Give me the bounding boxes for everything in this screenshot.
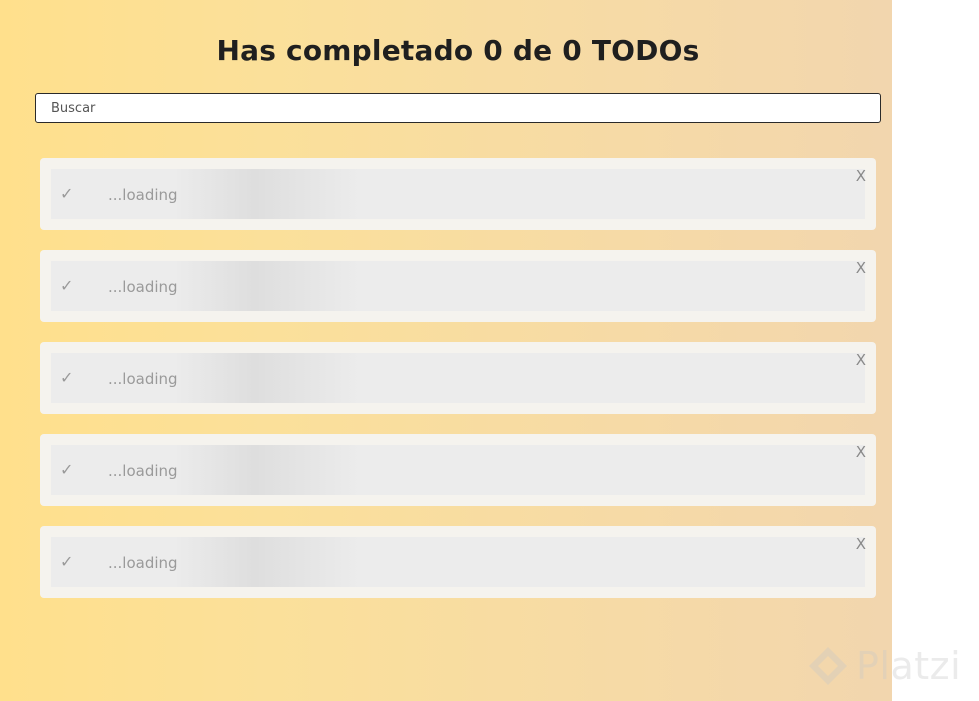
todo-loading-text: ...loading (108, 278, 178, 296)
delete-button[interactable]: X (856, 442, 866, 462)
search-input[interactable] (35, 93, 881, 123)
todo-item-loading: ✓ ...loading X (40, 250, 876, 322)
todo-loading-text: ...loading (108, 370, 178, 388)
platzi-watermark: Platzi (806, 640, 961, 692)
todo-item-loading: ✓ ...loading X (40, 526, 876, 598)
todo-item-loading: ✓ ...loading X (40, 158, 876, 230)
page-title: Has completado 0 de 0 TODOs (216, 34, 700, 67)
check-icon[interactable]: ✓ (60, 184, 73, 204)
todo-item-loading: ✓ ...loading X (40, 342, 876, 414)
check-icon[interactable]: ✓ (60, 552, 73, 572)
todo-loading-text: ...loading (108, 554, 178, 572)
todo-loading-text: ...loading (108, 186, 178, 204)
todo-loading-text: ...loading (108, 462, 178, 480)
delete-button[interactable]: X (856, 166, 866, 186)
platzi-logo-icon (809, 647, 847, 685)
watermark-text: Platzi (856, 644, 962, 688)
delete-button[interactable]: X (856, 258, 866, 278)
check-icon[interactable]: ✓ (60, 460, 73, 480)
todo-item-loading: ✓ ...loading X (40, 434, 876, 506)
todo-list: ✓ ...loading X ✓ ...loading X ✓ ...loadi… (40, 158, 876, 618)
check-icon[interactable]: ✓ (60, 368, 73, 388)
delete-button[interactable]: X (856, 350, 866, 370)
todo-app: Has completado 0 de 0 TODOs ✓ ...loading… (0, 0, 892, 701)
delete-button[interactable]: X (856, 534, 866, 554)
check-icon[interactable]: ✓ (60, 276, 73, 296)
